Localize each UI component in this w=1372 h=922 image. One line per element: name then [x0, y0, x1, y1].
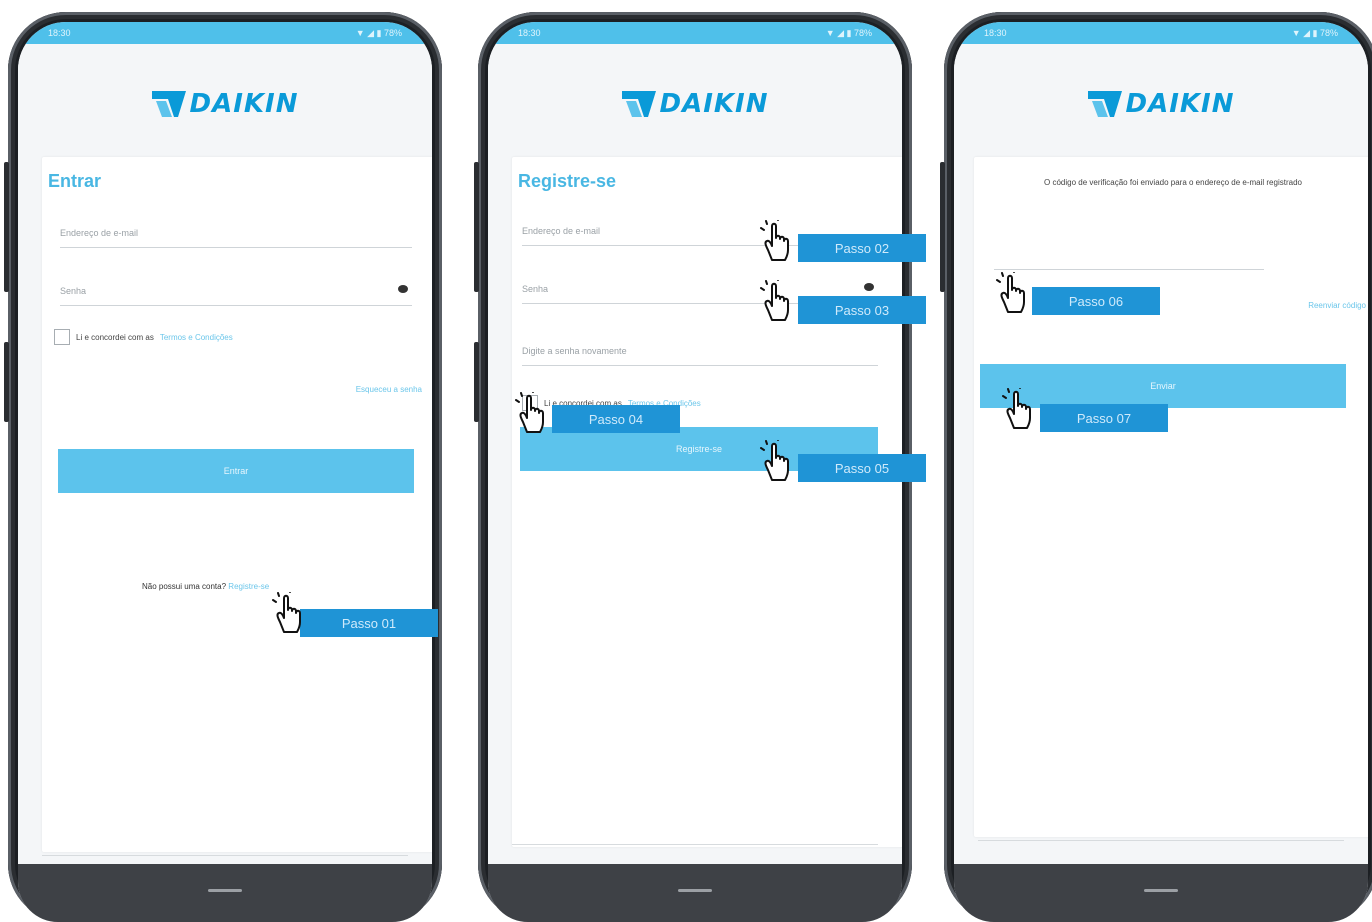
eye-icon[interactable]	[398, 285, 408, 293]
pointing-hand-icon	[758, 280, 798, 324]
nav-bar	[18, 864, 432, 922]
logo-text: DAIKIN	[189, 89, 299, 119]
eye-icon[interactable]	[864, 283, 874, 291]
email-input[interactable]: Endereço de e-mail	[60, 219, 412, 248]
home-pill[interactable]	[678, 889, 712, 892]
status-time: 18:30	[518, 28, 541, 38]
pointing-hand-icon	[513, 392, 553, 436]
step-05-label: Passo 05	[798, 454, 926, 482]
step-04-label: Passo 04	[552, 405, 680, 433]
status-battery: ▼ ◢ ▮ 78%	[1291, 27, 1338, 38]
step-06-label: Passo 06	[1032, 287, 1160, 315]
pointing-hand-icon	[758, 220, 798, 264]
forgot-password-link[interactable]: Esqueceu a senha	[356, 385, 422, 394]
terms-text: Li e concordei com as	[76, 332, 154, 342]
step-01-label: Passo 01	[300, 609, 438, 637]
daikin-logo-icon	[152, 91, 186, 117]
pointing-hand-icon	[994, 272, 1034, 316]
nav-bar	[954, 864, 1368, 922]
register-prompt: Não possui uma conta? Registre-se	[142, 582, 270, 591]
verification-card: O código de verificação foi enviado para…	[974, 157, 1368, 837]
step-07-label: Passo 07	[1040, 404, 1168, 432]
page-title: Registre-se	[518, 171, 617, 191]
home-pill[interactable]	[1144, 889, 1178, 892]
terms-row: Li e concordei com as Termos e Condições	[54, 329, 233, 345]
pointing-hand-icon	[270, 592, 310, 636]
step-03-label: Passo 03	[798, 296, 926, 324]
login-button[interactable]: Entrar	[58, 449, 414, 493]
terms-checkbox[interactable]	[54, 329, 70, 345]
home-pill[interactable]	[208, 889, 242, 892]
status-bar: 18:30 ▼ ◢ ▮ 78%	[488, 22, 902, 44]
daikin-logo-icon	[1088, 91, 1122, 117]
status-time: 18:30	[984, 28, 1007, 38]
password-input[interactable]: Senha	[60, 277, 412, 306]
phone-frame-login: 18:30 ▼ ◢ ▮ 78% DAIKIN Entrar Endereço d…	[4, 12, 442, 922]
logo-daikin: DAIKIN	[18, 44, 432, 164]
status-bar: 18:30 ▼ ◢ ▮ 78%	[954, 22, 1368, 44]
logo-daikin: DAIKIN	[488, 44, 902, 164]
status-battery: ▼ ◢ ▮ 78%	[355, 27, 402, 38]
pointing-hand-icon	[1000, 388, 1040, 432]
nav-bar	[488, 864, 902, 922]
verification-message: O código de verificação foi enviado para…	[1044, 178, 1302, 187]
terms-link[interactable]: Termos e Condições	[160, 333, 233, 342]
status-battery: ▼ ◢ ▮ 78%	[825, 27, 872, 38]
logo-daikin: DAIKIN	[954, 44, 1368, 164]
status-time: 18:30	[48, 28, 71, 38]
login-card: Entrar Endereço de e-mail Senha Li e con…	[42, 157, 432, 852]
screen-verification: 18:30 ▼ ◢ ▮ 78% DAIKIN O código de verif…	[954, 22, 1368, 922]
resend-code-link[interactable]: Reenviar código	[1308, 301, 1366, 310]
register-link[interactable]: Registre-se	[228, 582, 269, 591]
phone-frame-verification: 18:30 ▼ ◢ ▮ 78% DAIKIN O código de verif…	[940, 12, 1372, 922]
screen-login: 18:30 ▼ ◢ ▮ 78% DAIKIN Entrar Endereço d…	[18, 22, 432, 922]
pointing-hand-icon	[758, 440, 798, 484]
daikin-logo-icon	[622, 91, 656, 117]
verification-code-input[interactable]	[994, 241, 1264, 270]
page-title: Entrar	[48, 171, 102, 191]
confirm-password-input[interactable]: Digite a senha novamente	[522, 337, 878, 366]
step-02-label: Passo 02	[798, 234, 926, 262]
logo-text: DAIKIN	[659, 89, 769, 119]
status-bar: 18:30 ▼ ◢ ▮ 78%	[18, 22, 432, 44]
logo-text: DAIKIN	[1125, 89, 1235, 119]
